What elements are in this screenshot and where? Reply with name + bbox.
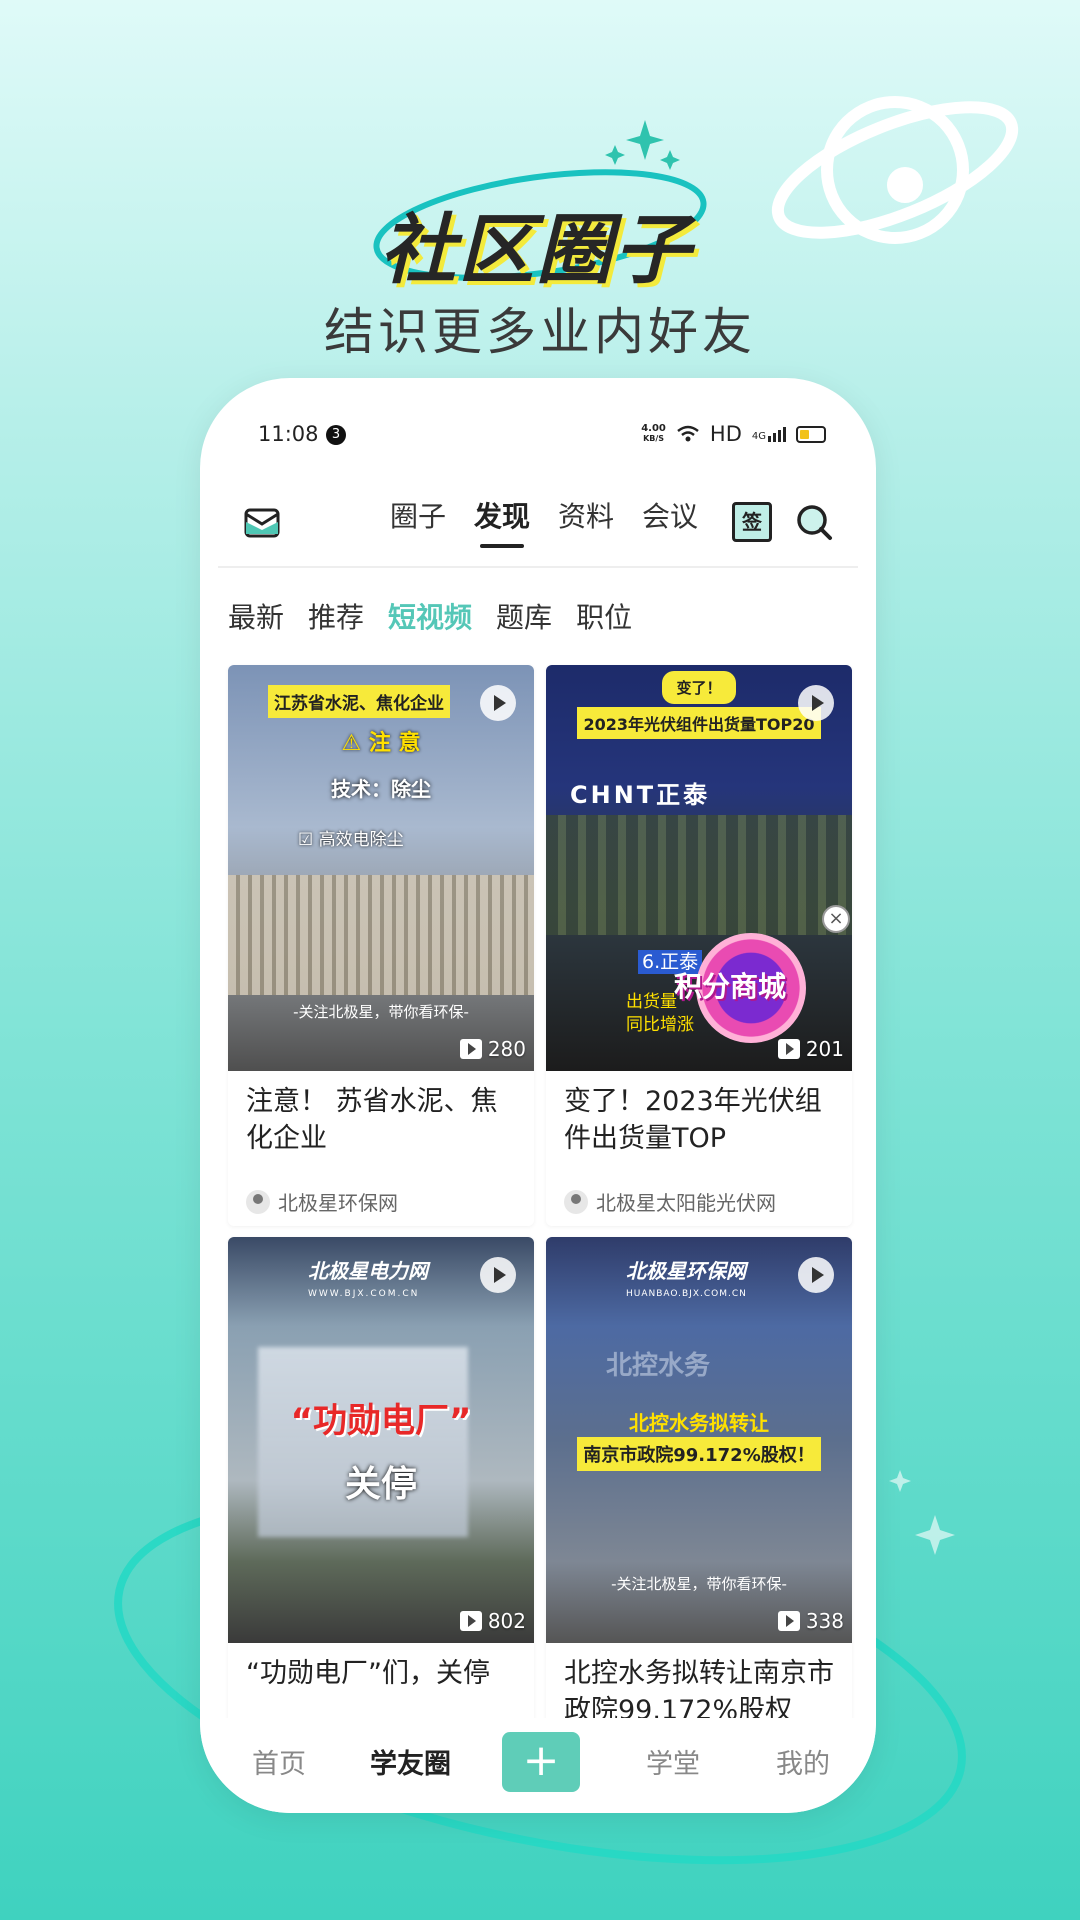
sparkle-icon bbox=[605, 120, 680, 170]
avatar bbox=[246, 1189, 270, 1214]
play-icon[interactable] bbox=[480, 685, 516, 721]
mail-icon[interactable] bbox=[244, 508, 280, 538]
thumb-banner: 2023年光伏组件出货量TOP20 bbox=[577, 707, 821, 739]
video-icon bbox=[777, 1039, 800, 1059]
thumb-banner: 南京市政院99.172%股权！ bbox=[577, 1437, 821, 1471]
battery-icon bbox=[796, 425, 826, 443]
points-mall-label: 积分商城 bbox=[674, 970, 787, 1003]
tab-materials[interactable]: 资料 bbox=[558, 490, 614, 550]
thumb-footer: -关注北极星，带你看环保- bbox=[611, 1575, 787, 1593]
planet-icon bbox=[771, 96, 1019, 244]
thumb-sign: 北控水务 bbox=[606, 1351, 711, 1381]
avatar bbox=[564, 1189, 588, 1214]
video-icon bbox=[459, 1611, 482, 1631]
sparkle-icon bbox=[889, 1470, 955, 1555]
search-icon[interactable] bbox=[794, 502, 834, 542]
video-card[interactable]: 北极星电力网 WWW.BJX.COM.CN “功勋电厂” 关停 802 “功勋电… bbox=[228, 1237, 534, 1737]
subtab-latest[interactable]: 最新 bbox=[228, 588, 284, 648]
checkin-icon[interactable]: 签 bbox=[732, 502, 772, 542]
subtab-question-bank[interactable]: 题库 bbox=[496, 588, 552, 648]
nav-academy[interactable]: 学堂 bbox=[646, 1742, 700, 1781]
view-count: 802 bbox=[459, 1609, 526, 1633]
net-speed: 4.00 KB/S bbox=[641, 423, 666, 444]
thumb-warning: ⚠ 注 意 bbox=[341, 731, 421, 756]
video-thumbnail[interactable]: 江苏省水泥、焦化企业 ⚠ 注 意 技术：除尘 ☑ 高效电除尘 -关注北极星，带你… bbox=[228, 665, 534, 1071]
thumb-banner: 江苏省水泥、焦化企业 bbox=[268, 685, 450, 718]
add-post-button[interactable]: + bbox=[502, 1732, 580, 1792]
thumb-logo: 北极星环保网 bbox=[626, 1259, 746, 1283]
bottom-nav: 首页 学友圈 + 学堂 我的 bbox=[200, 1718, 876, 1813]
thumb-brand: CHNT正泰 bbox=[570, 781, 711, 809]
close-icon[interactable]: × bbox=[822, 905, 850, 933]
video-thumbnail[interactable]: 北极星环保网 HUANBAO.BJX.COM.CN 北控水务 北控水务拟转让 南… bbox=[546, 1237, 852, 1643]
card-author[interactable]: 北极星太阳能光伏网 bbox=[564, 1187, 776, 1216]
subtab-jobs[interactable]: 职位 bbox=[576, 588, 632, 648]
card-title[interactable]: “功勋电厂”们，关停 bbox=[246, 1655, 522, 1692]
view-count: 280 bbox=[459, 1037, 526, 1061]
card-title[interactable]: 变了！2023年光伏组件出货量TOP bbox=[564, 1083, 840, 1157]
hero-subtitle: 结识更多业内好友 bbox=[324, 303, 756, 361]
video-thumbnail[interactable]: 变了！ 2023年光伏组件出货量TOP20 CHNT正泰 6.正泰 出货量 同比… bbox=[546, 665, 852, 1071]
nav-friends-circle[interactable]: 学友圈 bbox=[370, 1742, 451, 1781]
subtab-short-video[interactable]: 短视频 bbox=[388, 588, 472, 648]
crowd-graphic bbox=[546, 815, 852, 935]
thumb-headline: “功勋电厂” bbox=[290, 1401, 472, 1441]
thumb-line: 技术：除尘 bbox=[331, 777, 431, 801]
play-icon[interactable] bbox=[798, 685, 834, 721]
nav-mine[interactable]: 我的 bbox=[776, 1742, 830, 1781]
thumb-burst: 变了！ bbox=[662, 671, 736, 704]
wifi-icon bbox=[677, 425, 699, 442]
top-nav: 圈子 发现 资料 会议 签 bbox=[200, 490, 876, 560]
subtab-recommend[interactable]: 推荐 bbox=[308, 588, 364, 648]
video-card[interactable]: 北极星环保网 HUANBAO.BJX.COM.CN 北控水务 北控水务拟转让 南… bbox=[546, 1237, 852, 1737]
video-card[interactable]: 变了！ 2023年光伏组件出货量TOP20 CHNT正泰 6.正泰 出货量 同比… bbox=[546, 665, 852, 1226]
status-time: 11:08 bbox=[258, 422, 319, 446]
play-icon[interactable] bbox=[798, 1257, 834, 1293]
view-count: 201 bbox=[777, 1037, 844, 1061]
tab-meetings[interactable]: 会议 bbox=[642, 490, 698, 550]
divider bbox=[218, 566, 858, 568]
thumb-line2: 同比增涨 bbox=[626, 1015, 694, 1035]
status-bar: 11:08 3 4.00 KB/S HD 4G bbox=[200, 418, 876, 458]
view-count: 338 bbox=[777, 1609, 844, 1633]
thumb-site: WWW.BJX.COM.CN bbox=[308, 1289, 420, 1299]
video-card[interactable]: 江苏省水泥、焦化企业 ⚠ 注 意 技术：除尘 ☑ 高效电除尘 -关注北极星，带你… bbox=[228, 665, 534, 1226]
signal-icon: 4G bbox=[752, 426, 786, 442]
hd-indicator: HD bbox=[709, 422, 742, 446]
thumb-check: ☑ 高效电除尘 bbox=[298, 830, 404, 850]
thumb-footer: -关注北极星，带你看环保- bbox=[293, 1003, 469, 1021]
play-icon[interactable] bbox=[480, 1257, 516, 1293]
card-author[interactable]: 北极星环保网 bbox=[246, 1187, 398, 1216]
video-icon bbox=[777, 1611, 800, 1631]
thumb-sub: 关停 bbox=[344, 1464, 417, 1505]
thumb-site: HUANBAO.BJX.COM.CN bbox=[626, 1289, 747, 1299]
power-plant-graphic bbox=[258, 1347, 468, 1537]
sub-tabs: 最新 推荐 短视频 题库 职位 bbox=[228, 588, 632, 648]
video-icon bbox=[459, 1039, 482, 1059]
hero-title: 社区圈子 bbox=[380, 205, 692, 294]
nav-home[interactable]: 首页 bbox=[252, 1742, 306, 1781]
thumb-headline: 北控水务拟转让 bbox=[629, 1411, 769, 1435]
tab-discover[interactable]: 发现 bbox=[474, 490, 530, 550]
video-thumbnail[interactable]: 北极星电力网 WWW.BJX.COM.CN “功勋电厂” 关停 802 bbox=[228, 1237, 534, 1643]
notification-count-badge: 3 bbox=[326, 425, 346, 445]
card-title[interactable]: 注意！ 苏省水泥、焦化企业 bbox=[246, 1083, 522, 1157]
factory-graphic bbox=[228, 875, 534, 995]
tab-circle[interactable]: 圈子 bbox=[390, 490, 446, 550]
top-tabs: 圈子 发现 资料 会议 bbox=[390, 490, 698, 550]
phone-mockup: 11:08 3 4.00 KB/S HD 4G 圈子 发现 资料 会议 签 最新… bbox=[200, 378, 876, 1813]
thumb-logo: 北极星电力网 bbox=[308, 1259, 428, 1283]
